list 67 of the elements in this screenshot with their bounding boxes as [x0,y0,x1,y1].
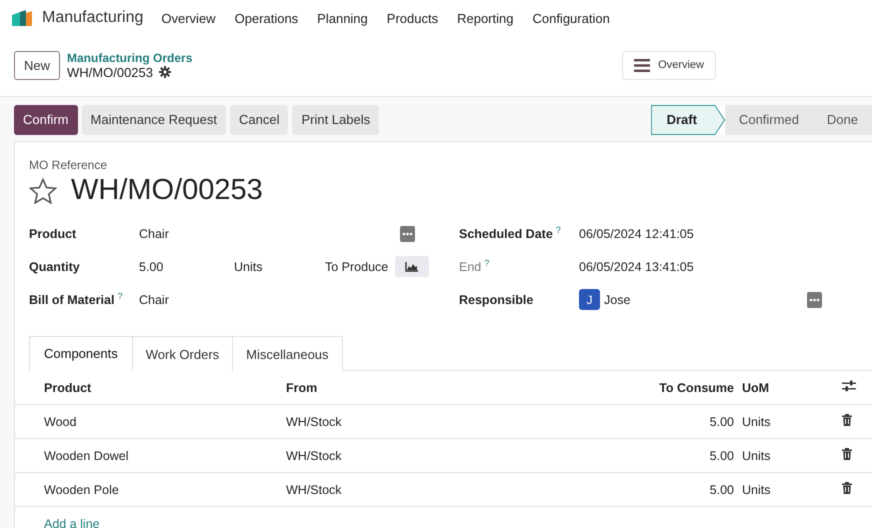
menu-item[interactable]: Products [386,10,438,26]
field-value[interactable]: Jose [604,292,807,306]
status-stage[interactable]: Done [812,104,872,134]
field-value[interactable]: Chair [139,226,400,240]
star-icon[interactable] [29,178,57,204]
new-button[interactable]: New [14,50,60,80]
notebook-tab[interactable]: Miscellaneous [233,336,343,371]
menu-item[interactable]: Configuration [532,10,610,26]
menu-item[interactable]: Overview [161,10,216,26]
column-header[interactable]: From [286,371,576,404]
forecast-button[interactable] [395,256,430,277]
table-cell: 5.00 [576,404,742,438]
table-cell: Wooden Dowel [15,438,286,472]
table-cell: Units [742,472,842,506]
more-icon[interactable] [400,226,415,242]
add-line-link[interactable]: Add a line [44,516,100,528]
field-value[interactable]: 06/05/2024 13:41:05 [579,260,872,274]
table-cell: WH/Stock [286,404,576,438]
table-cell: Units [742,404,842,438]
trash-icon[interactable] [842,448,852,460]
status-stage[interactable]: Draft [650,104,725,134]
table-cell: Wooden Pole [15,472,286,506]
field-label: Quantity [29,260,81,274]
field-label: Product [29,226,78,240]
status-stage[interactable]: Confirmed [724,104,813,134]
app-logo-icon[interactable] [12,10,34,26]
trash-icon[interactable] [842,482,852,494]
settings-icon[interactable] [159,66,171,78]
area-chart-icon [405,262,420,272]
table-cell: WH/Stock [286,472,576,506]
field-value[interactable]: 06/05/2024 12:41:05 [579,226,872,240]
table-cell: Wood [15,404,286,438]
field-label: Scheduled Date $^{?}$ [459,225,562,242]
action-button[interactable]: Confirm [14,104,78,134]
notebook-tab[interactable]: Components [29,336,133,371]
table-cell: 5.00 [576,472,742,506]
breadcrumb-link[interactable]: Manufacturing Orders [67,50,192,64]
column-header[interactable]: Product [15,371,286,404]
overview-button[interactable]: Overview [622,50,716,80]
field-label: Bill of Material $^{?}$ [29,291,124,308]
menu-item[interactable]: Planning [317,10,368,26]
notebook-tab[interactable]: Work Orders [132,336,234,371]
column-header[interactable]: To Consume [576,371,742,404]
trash-icon[interactable] [842,414,852,426]
field-label: Responsible [459,292,534,306]
action-button[interactable]: Print Labels [292,104,380,134]
column-settings-icon[interactable] [842,380,856,392]
quantity-value[interactable]: 5.00 [139,260,234,274]
action-button[interactable]: Cancel [230,104,288,134]
action-button[interactable]: Maintenance Request [82,104,226,134]
record-title: WH/MO/00253 [71,174,263,207]
more-icon[interactable] [807,292,822,308]
column-header[interactable]: UoM [742,371,842,404]
table-cell: 5.00 [576,438,742,472]
menu-icon [634,58,650,72]
menu-item[interactable]: Reporting [457,10,514,26]
app-name[interactable]: Manufacturing [42,9,144,27]
unit-value[interactable]: Units [234,260,325,274]
field-value[interactable]: Chair [139,292,459,306]
user-avatar: J [579,289,600,310]
field-label: End $^{?}$ [459,258,490,275]
field-label: MO Reference [29,158,108,172]
record-name: WH/MO/00253 [67,64,153,80]
table-cell: Units [742,438,842,472]
menu-item[interactable]: Operations [234,10,298,26]
table-cell: WH/Stock [286,438,576,472]
field-label: To Produce [325,260,388,274]
